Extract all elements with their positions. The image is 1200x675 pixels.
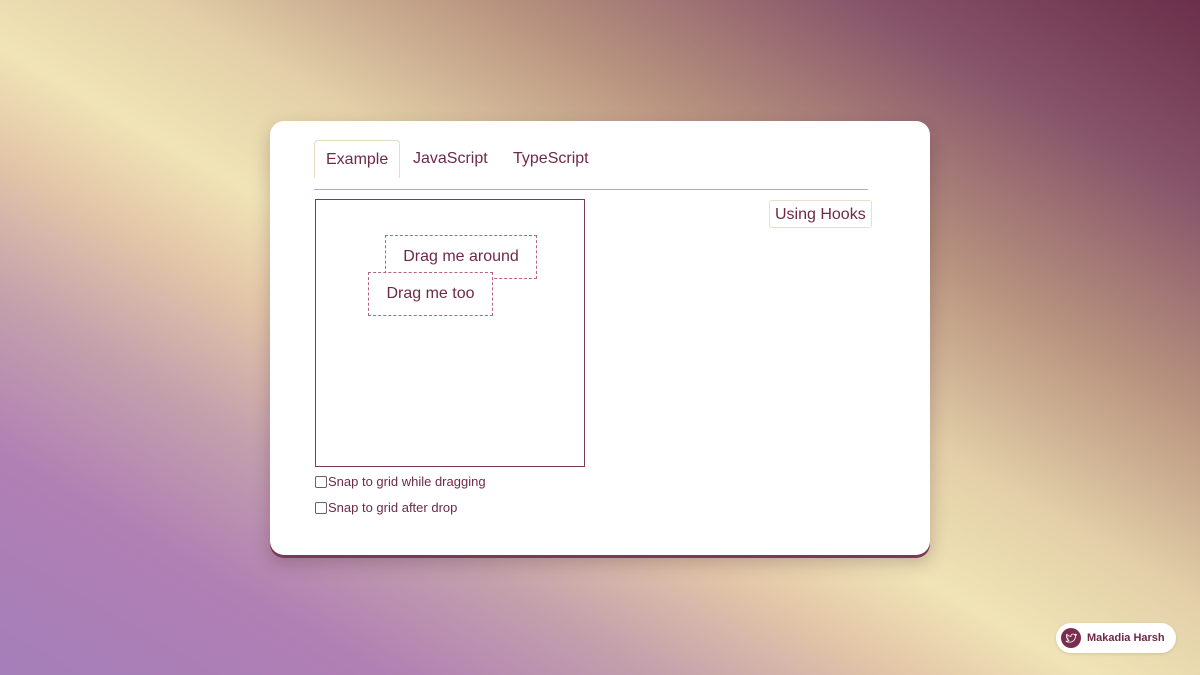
snap-after-drop-label: Snap to grid after drop	[328, 500, 458, 515]
bird-icon	[1061, 628, 1081, 648]
snap-while-dragging-option[interactable]: Snap to grid while dragging	[315, 474, 486, 489]
snap-after-drop-checkbox[interactable]	[315, 501, 327, 514]
snap-after-drop-option[interactable]: Snap to grid after drop	[315, 500, 457, 515]
author-badge[interactable]: Makadia Harsh	[1056, 623, 1176, 653]
example-card: Example JavaScript TypeScript Drag me ar…	[270, 121, 930, 555]
author-name: Makadia Harsh	[1087, 632, 1165, 644]
tab-typescript[interactable]: TypeScript	[502, 140, 600, 177]
using-hooks-button[interactable]: Using Hooks	[769, 200, 872, 228]
tab-bar: Example JavaScript TypeScript	[314, 140, 868, 190]
tab-example[interactable]: Example	[314, 140, 401, 178]
tab-javascript[interactable]: JavaScript	[402, 140, 499, 177]
draggable-box-drag-me-too[interactable]: Drag me too	[368, 272, 493, 316]
drag-container: Drag me around Drag me too	[315, 199, 585, 467]
snap-while-dragging-checkbox[interactable]	[315, 475, 327, 488]
snap-while-dragging-label: Snap to grid while dragging	[328, 474, 486, 489]
